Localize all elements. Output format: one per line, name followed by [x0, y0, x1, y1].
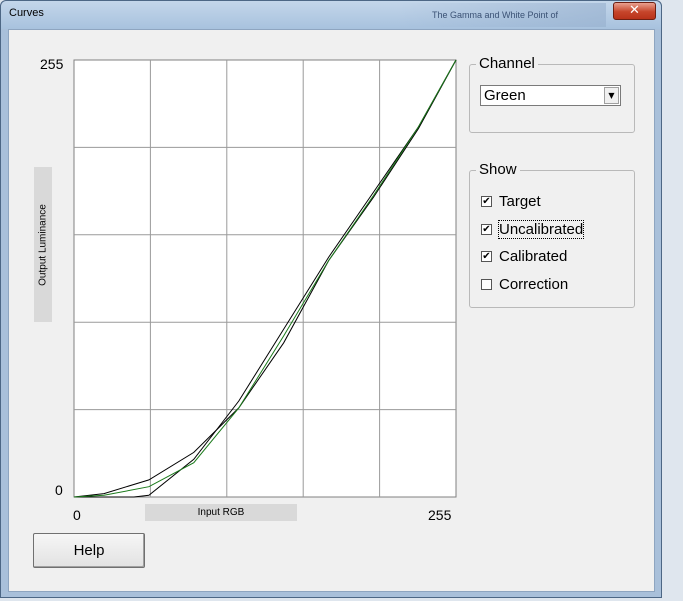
uncalibrated-checkbox[interactable]: ✔: [481, 224, 492, 235]
target-checkbox-label[interactable]: Target: [499, 193, 541, 210]
target-checkbox[interactable]: ✔: [481, 196, 492, 207]
calibrated-checkbox[interactable]: ✔: [481, 251, 492, 262]
curves-chart[interactable]: [9, 30, 469, 505]
channel-group: Channel Green ▼: [469, 55, 635, 133]
background-window-title: The Gamma and White Point of: [432, 10, 559, 20]
plot-background: [73, 59, 457, 498]
show-group-legend: Show: [476, 161, 520, 178]
channel-select-value: Green: [484, 87, 526, 104]
x-tick-label-max: 255: [428, 507, 452, 523]
title-bar[interactable]: Curves The Gamma and White Point of ✕: [1, 1, 661, 29]
channel-select[interactable]: Green ▼: [480, 85, 621, 106]
curves-window: Curves The Gamma and White Point of ✕ 25…: [0, 0, 662, 598]
chevron-down-icon[interactable]: ▼: [604, 87, 619, 104]
window-title: Curves: [9, 7, 44, 19]
show-group: Show ✔ Target ✔ Uncalibrated ✔ Calibrate…: [469, 161, 635, 308]
uncalibrated-checkbox-label[interactable]: Uncalibrated: [497, 220, 585, 239]
background-window-ghost: The Gamma and White Point of: [396, 3, 606, 27]
x-axis-label: Input RGB: [145, 504, 297, 521]
dialog-client-area: 255 0 Output Luminance 0 255 Input RGB C…: [8, 29, 655, 592]
close-button[interactable]: ✕: [613, 2, 656, 20]
correction-checkbox[interactable]: [481, 279, 492, 290]
calibrated-checkbox-label[interactable]: Calibrated: [499, 248, 567, 265]
x-tick-label-min: 0: [73, 507, 81, 523]
channel-group-legend: Channel: [476, 55, 538, 72]
correction-checkbox-label[interactable]: Correction: [499, 276, 568, 293]
help-button[interactable]: Help: [33, 533, 145, 568]
